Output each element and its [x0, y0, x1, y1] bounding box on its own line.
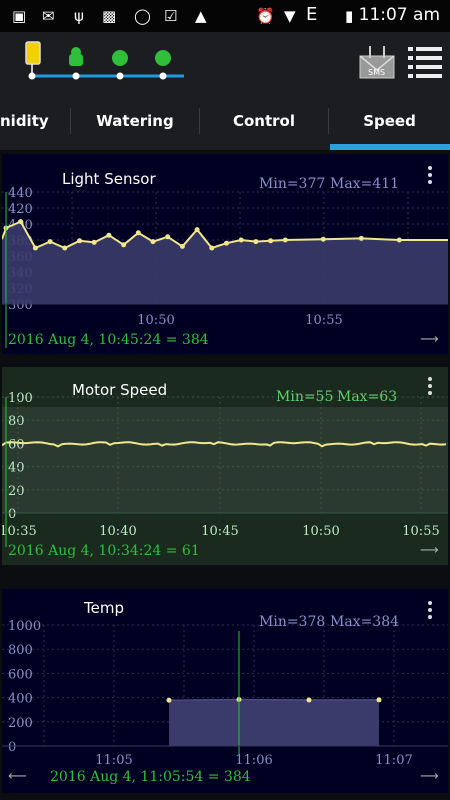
light-overflow-menu-icon[interactable] [428, 166, 432, 187]
data-point [358, 235, 364, 241]
x-tick-label: 10:55 [402, 524, 439, 539]
data-point [268, 238, 274, 244]
x-tick-label: 10:55 [305, 313, 342, 328]
light-sensor-panel: 44042040038036034032030010:5010:55 Light… [2, 154, 448, 354]
scroll-right-icon[interactable]: ⟶ [420, 543, 439, 558]
motor-max: Max=63 [337, 389, 398, 405]
y-tick-label: 600 [8, 667, 33, 682]
y-tick-label: 1000 [8, 619, 41, 634]
temp-panel: 1000 800 600 400 200 0 11:05 11:06 11:07 Temp Mi… [2, 589, 448, 793]
x-tick-label: 11:06 [235, 753, 272, 768]
y-tick-label: 800 [8, 643, 33, 658]
light-sensor-title: Light Sensor [62, 170, 156, 188]
tab-speed[interactable]: Speed [329, 92, 450, 148]
temp-overflow-menu-icon[interactable] [428, 601, 432, 622]
data-point [320, 236, 326, 242]
data-point [150, 239, 156, 245]
x-tick-label: 10:35 [2, 524, 37, 539]
data-point [18, 219, 24, 225]
data-point [62, 245, 68, 251]
data-point [165, 234, 171, 240]
temp-min: Min=378 [259, 614, 326, 630]
data-point [209, 245, 215, 251]
tab-humidity[interactable]: nidity [0, 92, 70, 148]
tab-watering[interactable]: Watering [71, 92, 199, 148]
scroll-right-icon[interactable]: ⟶ [420, 769, 439, 784]
message-icon: ▩ [102, 7, 117, 25]
y-tick-label: 60 [8, 437, 25, 452]
data-point [238, 237, 244, 243]
data-point [91, 239, 97, 245]
x-tick-label: 11:07 [375, 753, 412, 768]
android-icon: ▲ [195, 7, 207, 25]
y-tick-label: 20 [8, 484, 25, 499]
app-toolbar: SMS [0, 32, 450, 92]
y-tick-label: 80 [8, 414, 25, 429]
usb-icon: ψ [74, 7, 84, 25]
data-point [282, 237, 288, 243]
device-network-icon[interactable] [0, 32, 200, 92]
data-point [224, 240, 229, 246]
data-point [253, 239, 259, 245]
x-tick-label: 10:50 [137, 313, 174, 328]
motor-overflow-menu-icon[interactable] [428, 377, 432, 398]
light-max: Max=411 [330, 176, 400, 192]
data-point [396, 237, 402, 243]
scroll-left-icon[interactable]: ⟵ [8, 769, 27, 784]
motor-speed-panel: 100 80 60 40 20 0 10:35 10:40 10:45 10:50 10:55 Mo… [2, 367, 448, 565]
status-bar: ▣ ✉ ψ ▩ ◯ ☑ ▲ ⏰ ▼ E ▮ 11:07 am [0, 0, 450, 32]
plot-background [2, 407, 448, 513]
y-tick-label: 0 [8, 740, 16, 755]
data-point [47, 239, 53, 245]
y-tick-label: 40 [8, 461, 25, 476]
light-min: Min=377 [259, 176, 326, 192]
sms-icon[interactable]: SMS [358, 44, 398, 80]
data-point [194, 227, 200, 233]
motor-min: Min=55 [276, 389, 334, 405]
data-point [166, 697, 172, 703]
mail-icon: ✉ [42, 7, 55, 25]
y-tick-label: 440 [8, 186, 33, 201]
x-tick-label: 11:05 [95, 753, 132, 768]
data-point [179, 243, 185, 249]
y-tick-label: 420 [8, 202, 33, 217]
data-point [77, 238, 82, 244]
temp-readout: 2016 Aug 4, 11:05:54 = 384 [50, 769, 251, 785]
battery-icon: ▮ [345, 7, 354, 25]
series-line [168, 698, 380, 702]
y-tick-label: 0 [8, 507, 16, 522]
light-readout: 2016 Aug 4, 10:45:24 = 384 [8, 332, 209, 348]
data-point [135, 230, 141, 236]
clock: 11:07 am [358, 5, 440, 25]
x-tick-label: 10:40 [99, 524, 136, 539]
tab-control[interactable]: Control [200, 92, 328, 148]
alarm-icon: ⏰ [256, 7, 275, 25]
gallery-icon: ▣ [12, 7, 27, 25]
scroll-right-icon[interactable]: ⟶ [420, 332, 439, 347]
speedometer-icon: ◯ [134, 7, 151, 25]
data-point [32, 245, 38, 251]
data-point [376, 697, 382, 703]
data-point [306, 697, 312, 703]
wifi-icon: ▼ [284, 7, 296, 25]
menu-list-icon[interactable] [406, 45, 446, 79]
data-point [121, 242, 127, 248]
temp-title: Temp [84, 599, 124, 617]
y-tick-label: 100 [8, 391, 33, 406]
area-fill [169, 699, 379, 746]
tab-bar: nidity Watering Control Speed [0, 92, 450, 152]
network-type: E [306, 4, 318, 25]
data-point [106, 232, 112, 238]
x-tick-label: 10:50 [302, 524, 339, 539]
motor-readout: 2016 Aug 4, 10:34:24 = 61 [8, 543, 200, 559]
motor-speed-title: Motor Speed [72, 381, 168, 399]
clipboard-icon: ☑ [164, 7, 178, 25]
temp-max: Max=384 [330, 614, 400, 630]
y-tick-label: 400 [8, 692, 33, 707]
y-tick-label: 200 [8, 716, 33, 731]
svg-text:SMS: SMS [368, 68, 385, 77]
x-tick-label: 10:45 [201, 524, 238, 539]
